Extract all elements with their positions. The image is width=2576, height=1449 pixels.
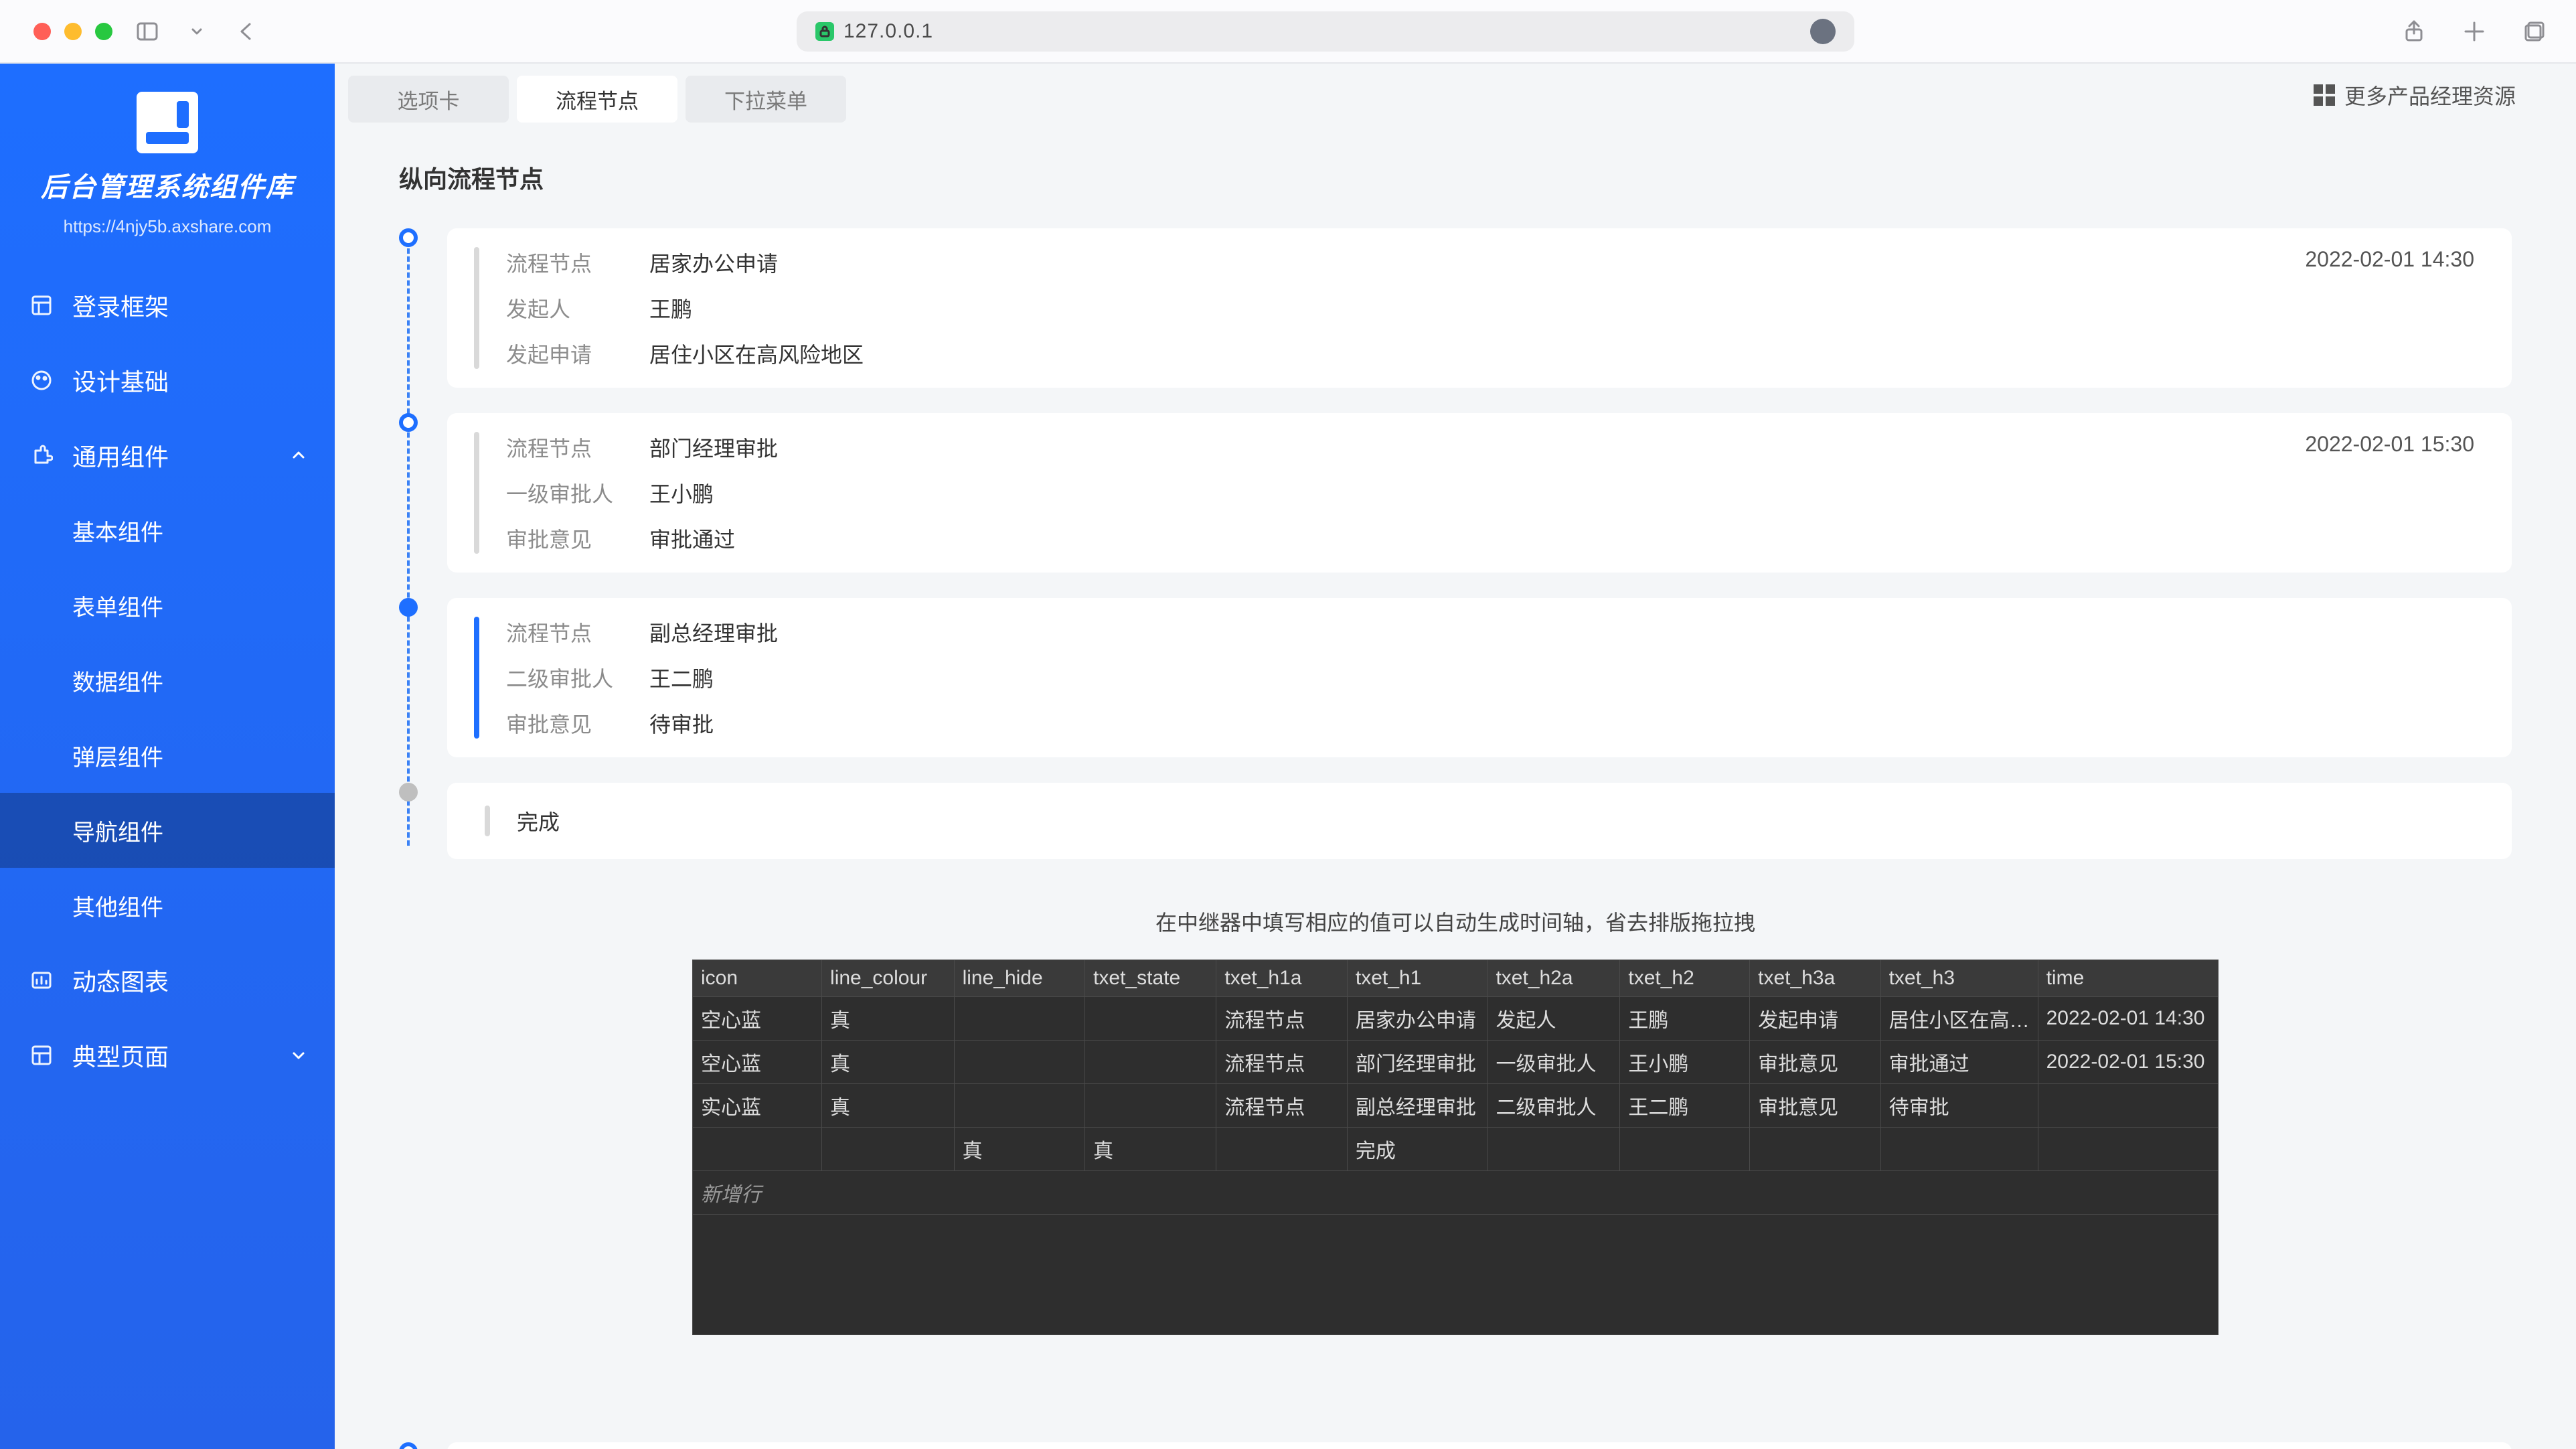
timeline: 流程节点居家办公申请 2022-02-01 14:30 bbox=[399, 1442, 2512, 1449]
reader-icon[interactable] bbox=[1810, 19, 1836, 44]
tab-dropdown[interactable]: 下拉菜单 bbox=[686, 76, 846, 123]
address-url: 127.0.0.1 bbox=[843, 20, 933, 43]
card-accent-bar bbox=[474, 432, 479, 554]
sidebar-sub-form[interactable]: 表单组件 bbox=[0, 568, 335, 643]
back-icon[interactable] bbox=[232, 17, 261, 46]
share-icon[interactable] bbox=[2399, 17, 2429, 46]
sidebar-item-label: 通用组件 bbox=[72, 438, 169, 473]
new-tab-icon[interactable] bbox=[2460, 17, 2489, 46]
table-row[interactable]: 空心蓝真流程节点居家办公申请发起人王鹏发起申请居住小区在高…2022-02-01… bbox=[693, 997, 2219, 1041]
sidebar-item-pages[interactable]: 典型页面 bbox=[0, 1018, 335, 1093]
timeline-dot-icon bbox=[399, 413, 418, 432]
table-head: icon line_colour line_hide txet_state tx… bbox=[693, 960, 2219, 997]
logo-icon bbox=[137, 92, 198, 153]
timeline-dot-icon bbox=[399, 1442, 418, 1449]
timeline-step: 流程节点居家办公申请 2022-02-01 14:30 bbox=[415, 1442, 2512, 1449]
palette-icon bbox=[28, 367, 55, 394]
layout-icon bbox=[28, 1042, 55, 1069]
timeline-dot-icon bbox=[399, 783, 418, 802]
close-window-button[interactable] bbox=[33, 23, 51, 40]
timeline-card: 流程节点居家办公申请 2022-02-01 14:30 bbox=[447, 1442, 2512, 1449]
scroll-area[interactable]: 纵向流程节点 流程节点居家办公申请 发起人王鹏 发起申请居住小区在高风险地区 bbox=[335, 127, 2576, 1449]
minimize-window-button[interactable] bbox=[64, 23, 82, 40]
sidebar-nav: 登录框架 设计基础 通用组件 基本组件 表单组件 数据组件 弹层组件 导航组件 … bbox=[0, 268, 335, 1093]
timeline-time: 2022-02-01 14:30 bbox=[2305, 247, 2474, 272]
app-subtitle: https://4njy5b.axshare.com bbox=[64, 216, 272, 237]
sidebar-sub-data[interactable]: 数据组件 bbox=[0, 643, 335, 718]
table-row[interactable]: 实心蓝真流程节点副总经理审批二级审批人王二鹏审批意见待审批 bbox=[693, 1084, 2219, 1128]
card-accent-bar bbox=[485, 806, 490, 836]
table-add-row[interactable]: 新增行 bbox=[693, 1171, 2219, 1215]
tab-bar: 选项卡 流程节点 下拉菜单 更多产品经理资源 bbox=[335, 64, 2576, 127]
sidebar-item-login[interactable]: 登录框架 bbox=[0, 268, 335, 343]
sidebar-item-charts[interactable]: 动态图表 bbox=[0, 943, 335, 1018]
sidebar-toggle-icon[interactable] bbox=[133, 17, 162, 46]
sidebar-sub-other[interactable]: 其他组件 bbox=[0, 868, 335, 943]
sidebar-sub-popup[interactable]: 弹层组件 bbox=[0, 718, 335, 793]
timeline-step-final: 完成 bbox=[415, 783, 2512, 859]
card-accent-bar bbox=[474, 617, 479, 739]
tabs-overview-icon[interactable] bbox=[2520, 17, 2549, 46]
timeline-dot-icon bbox=[399, 598, 418, 617]
timeline-dot-icon bbox=[399, 228, 418, 247]
sidebar-item-label: 动态图表 bbox=[72, 963, 169, 998]
more-resources-link[interactable]: 更多产品经理资源 bbox=[2314, 80, 2516, 110]
timeline-time: 2022-02-01 15:30 bbox=[2305, 432, 2474, 457]
sidebar: 后台管理系统组件库 https://4njy5b.axshare.com 登录框… bbox=[0, 64, 335, 1449]
logo-block: 后台管理系统组件库 https://4njy5b.axshare.com bbox=[0, 92, 335, 268]
timeline-card: 完成 bbox=[447, 783, 2512, 859]
timeline: 流程节点居家办公申请 发起人王鹏 发起申请居住小区在高风险地区 2022-02-… bbox=[399, 228, 2512, 859]
card-accent-bar bbox=[474, 247, 479, 369]
apps-icon bbox=[2314, 84, 2335, 106]
sidebar-item-design[interactable]: 设计基础 bbox=[0, 343, 335, 418]
sidebar-item-label: 登录框架 bbox=[72, 288, 169, 323]
puzzle-icon bbox=[28, 442, 55, 469]
timeline-step: 流程节点部门经理审批 一级审批人王小鹏 审批意见审批通过 2022-02-01 … bbox=[415, 413, 2512, 573]
browser-titlebar: 127.0.0.1 bbox=[0, 0, 2576, 64]
timeline-step: 流程节点居家办公申请 发起人王鹏 发起申请居住小区在高风险地区 2022-02-… bbox=[415, 228, 2512, 388]
sidebar-item-label: 设计基础 bbox=[72, 363, 169, 398]
chevron-down-icon[interactable] bbox=[182, 17, 212, 46]
sidebar-item-label: 典型页面 bbox=[72, 1038, 169, 1073]
timeline-step-current: 流程节点副总经理审批 二级审批人王二鹏 审批意见待审批 bbox=[415, 598, 2512, 757]
table-row[interactable]: 真真完成 bbox=[693, 1128, 2219, 1171]
hint-text: 在中继器中填写相应的值可以自动生成时间轴，省去排版拖拉拽 bbox=[399, 906, 2512, 937]
address-bar[interactable]: 127.0.0.1 bbox=[797, 11, 1854, 52]
chevron-up-icon bbox=[291, 441, 307, 469]
repeater-table[interactable]: icon line_colour line_hide txet_state tx… bbox=[692, 960, 2219, 1335]
table-row[interactable]: 空心蓝真流程节点部门经理审批一级审批人王小鹏审批意见审批通过2022-02-01… bbox=[693, 1041, 2219, 1084]
section-title: 纵向流程节点 bbox=[399, 160, 2512, 195]
site-lock-icon bbox=[815, 22, 834, 41]
window-controls bbox=[33, 23, 112, 40]
sidebar-sub-basic[interactable]: 基本组件 bbox=[0, 493, 335, 568]
grid-icon bbox=[28, 292, 55, 319]
timeline-card: 流程节点居家办公申请 发起人王鹏 发起申请居住小区在高风险地区 2022-02-… bbox=[447, 228, 2512, 388]
tab-options[interactable]: 选项卡 bbox=[348, 76, 509, 123]
chart-icon bbox=[28, 967, 55, 994]
timeline-line bbox=[407, 232, 410, 846]
zoom-window-button[interactable] bbox=[95, 23, 112, 40]
chevron-down-icon bbox=[291, 1041, 307, 1069]
sidebar-item-components[interactable]: 通用组件 bbox=[0, 418, 335, 493]
main-content: 选项卡 流程节点 下拉菜单 更多产品经理资源 纵向流程节点 bbox=[335, 64, 2576, 1449]
sidebar-sub-nav[interactable]: 导航组件 bbox=[0, 793, 335, 868]
timeline-card: 流程节点副总经理审批 二级审批人王二鹏 审批意见待审批 bbox=[447, 598, 2512, 757]
app-title: 后台管理系统组件库 bbox=[41, 165, 294, 204]
timeline-card: 流程节点部门经理审批 一级审批人王小鹏 审批意见审批通过 2022-02-01 … bbox=[447, 413, 2512, 573]
tab-process-node[interactable]: 流程节点 bbox=[517, 76, 677, 123]
